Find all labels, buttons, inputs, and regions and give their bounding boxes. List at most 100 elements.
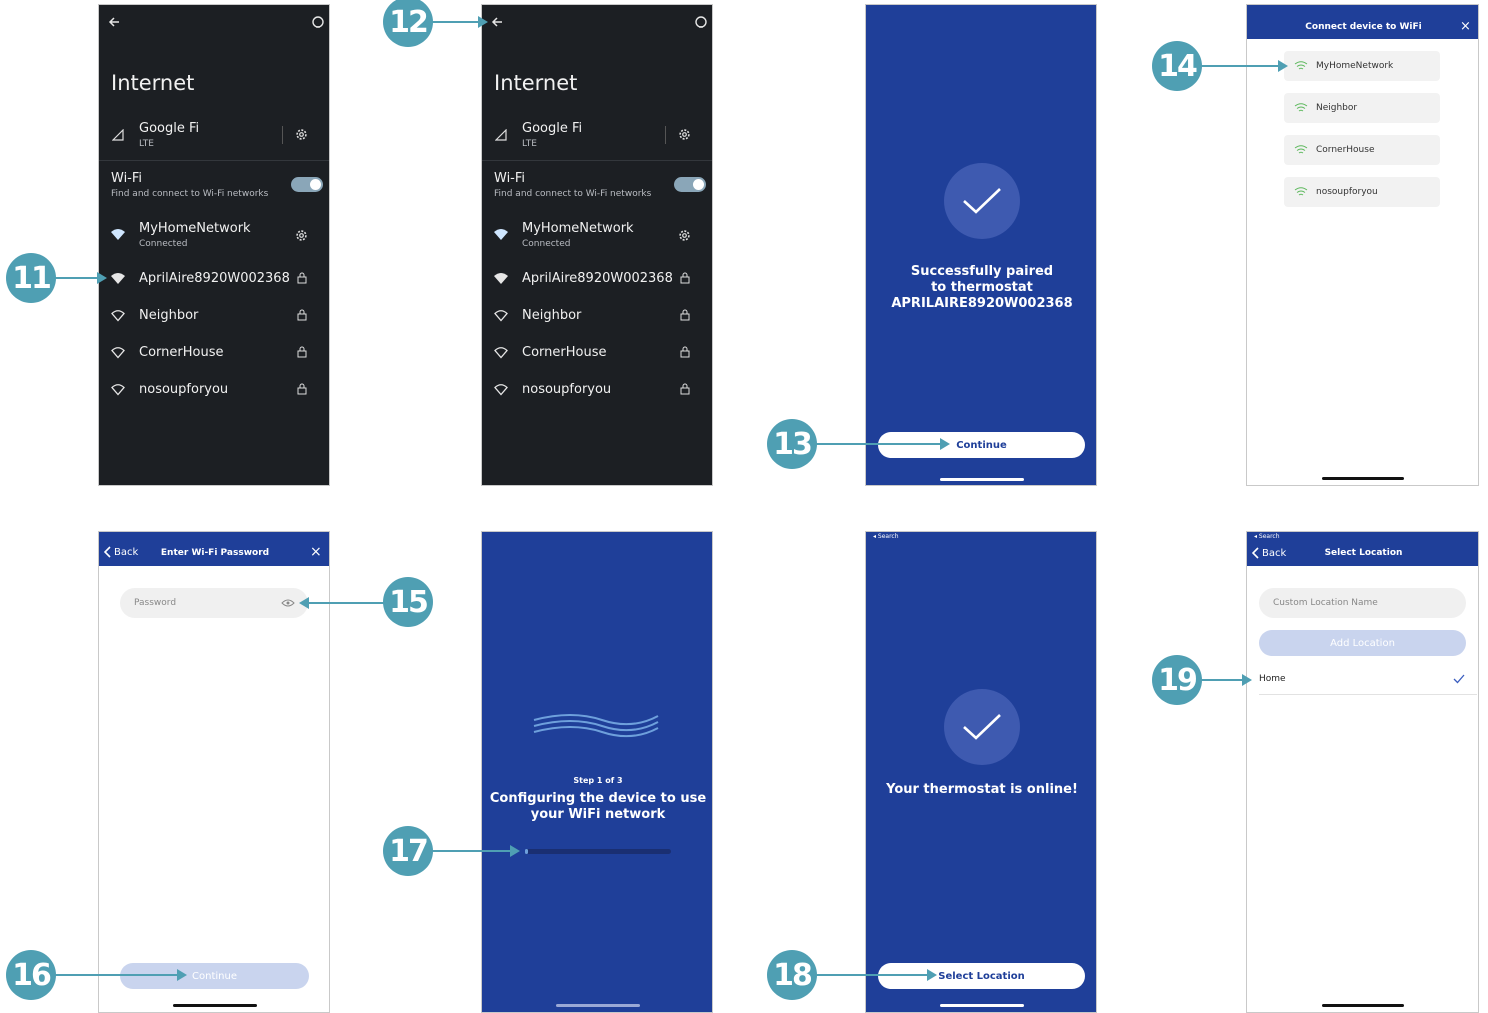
callout-arrow — [1201, 65, 1279, 67]
screen-configuring: Step 1 of 3 Configuring the device to us… — [481, 531, 713, 1013]
wifi-icon — [1294, 103, 1308, 112]
wifi-icon — [1294, 61, 1308, 70]
wifi-filled-icon — [494, 229, 508, 240]
screen-thermostat-online: ◂ Search Your thermostat is online! Sele… — [865, 531, 1097, 1013]
step-badge-15: 15 — [383, 577, 433, 627]
wifi-outline-icon — [494, 347, 508, 359]
gear-icon[interactable] — [295, 229, 308, 242]
status-bar-back[interactable]: ◂ Search — [1254, 533, 1280, 540]
callout-arrow — [1201, 679, 1243, 681]
network-item[interactable]: Neighbor — [139, 308, 198, 323]
callout-arrowhead — [478, 16, 488, 28]
callout-arrow — [309, 602, 384, 604]
back-arrow-icon[interactable] — [107, 15, 121, 29]
step-badge-18: 18 — [767, 950, 817, 1000]
wifi-sub: Find and connect to Wi-Fi networks — [111, 189, 269, 199]
wifi-network-item[interactable]: nosoupforyou — [1284, 177, 1440, 207]
gear-icon[interactable] — [295, 128, 308, 141]
wifi-icon — [1294, 145, 1308, 154]
connected-network-name[interactable]: MyHomeNetwork — [522, 221, 634, 236]
help-icon[interactable] — [311, 15, 325, 29]
checkmark-icon — [963, 188, 1001, 214]
wifi-icon — [1294, 187, 1308, 196]
carrier-name[interactable]: Google Fi — [522, 121, 582, 136]
screen-internet-1: Internet Google Fi LTE Wi-Fi Find and co… — [98, 4, 330, 486]
step-badge-12: 12 — [383, 0, 433, 47]
screen-paired: Successfully paired to thermostat APRILA… — [865, 4, 1097, 486]
eye-icon[interactable] — [281, 599, 295, 607]
wifi-network-name: nosoupforyou — [1316, 187, 1378, 197]
continue-button[interactable]: Continue — [878, 432, 1085, 458]
network-item[interactable]: CornerHouse — [139, 345, 223, 360]
gear-icon[interactable] — [678, 229, 691, 242]
lock-icon — [680, 346, 690, 358]
carrier-type: LTE — [522, 139, 537, 149]
step-badge-19: 19 — [1152, 655, 1202, 705]
wifi-filled-icon — [111, 229, 125, 240]
callout-arrow — [55, 277, 97, 279]
wifi-sub: Find and connect to Wi-Fi networks — [494, 189, 652, 199]
network-item[interactable]: Neighbor — [522, 308, 581, 323]
close-icon[interactable]: × — [310, 544, 322, 560]
continue-button[interactable]: Continue — [120, 963, 309, 989]
wifi-toggle[interactable] — [674, 177, 706, 192]
network-item[interactable]: AprilAire8920W002368 — [522, 271, 673, 286]
paired-line-3: APRILAIRE8920W002368 — [891, 296, 1073, 311]
header-title: Enter Wi-Fi Password — [160, 548, 270, 558]
password-field[interactable]: Password — [120, 588, 308, 618]
header: Back Enter Wi-Fi Password × — [99, 532, 329, 566]
back-arrow-icon[interactable] — [490, 15, 504, 29]
location-item[interactable]: Home — [1259, 670, 1477, 695]
configuring-line-1: Configuring the device to use — [489, 791, 707, 806]
gear-icon[interactable] — [678, 128, 691, 141]
lock-icon — [680, 383, 690, 395]
password-placeholder: Password — [134, 598, 177, 608]
callout-arrowhead — [510, 845, 520, 857]
wifi-toggle[interactable] — [291, 177, 323, 192]
custom-location-placeholder: Custom Location Name — [1273, 598, 1378, 608]
connected-status: Connected — [522, 239, 571, 249]
separator — [665, 126, 666, 144]
status-bar-back[interactable]: ◂ Search — [873, 533, 899, 540]
wifi-outline-icon — [111, 310, 125, 322]
callout-arrowhead — [1242, 674, 1252, 686]
callout-arrowhead — [1278, 60, 1288, 72]
header-title: Select Location — [1324, 548, 1403, 558]
wifi-network-item[interactable]: CornerHouse — [1284, 135, 1440, 165]
step-indicator: Step 1 of 3 — [573, 776, 623, 785]
wifi-network-item[interactable]: MyHomeNetwork — [1284, 51, 1440, 81]
page-title: Internet — [111, 71, 195, 95]
network-item[interactable]: CornerHouse — [522, 345, 606, 360]
step-badge-16: 16 — [6, 950, 56, 1000]
lock-icon — [297, 272, 307, 284]
network-item[interactable]: AprilAire8920W002368 — [139, 271, 290, 286]
network-item[interactable]: nosoupforyou — [522, 382, 611, 397]
lock-icon — [297, 383, 307, 395]
wifi-network-item[interactable]: Neighbor — [1284, 93, 1440, 123]
header-title: Connect device to WiFi — [1305, 22, 1422, 32]
callout-arrowhead — [940, 438, 950, 450]
screen-select-location: ◂ Search Back Select Location Custom Loc… — [1246, 531, 1479, 1013]
paired-line-1: Successfully paired — [910, 264, 1054, 279]
connected-status: Connected — [139, 239, 188, 249]
step-badge-13: 13 — [767, 419, 817, 469]
wifi-outline-icon — [494, 310, 508, 322]
select-location-button[interactable]: Select Location — [878, 963, 1085, 989]
wifi-network-name: MyHomeNetwork — [1316, 61, 1394, 71]
add-location-button[interactable]: Add Location — [1259, 630, 1466, 656]
success-badge — [944, 689, 1020, 765]
connected-network-name[interactable]: MyHomeNetwork — [139, 221, 251, 236]
help-icon[interactable] — [694, 15, 708, 29]
home-indicator — [940, 1004, 1024, 1007]
network-item[interactable]: nosoupforyou — [139, 382, 228, 397]
checkmark-icon — [963, 714, 1001, 740]
carrier-name[interactable]: Google Fi — [139, 121, 199, 136]
home-indicator — [940, 478, 1024, 481]
close-icon[interactable]: × — [1460, 19, 1471, 34]
wifi-outline-icon — [111, 384, 125, 396]
custom-location-input[interactable]: Custom Location Name — [1259, 588, 1466, 618]
aprilaire-waves-logo — [533, 714, 659, 738]
cell-signal-icon — [495, 129, 507, 141]
wifi-outline-icon — [111, 347, 125, 359]
wifi-outline-icon — [494, 384, 508, 396]
